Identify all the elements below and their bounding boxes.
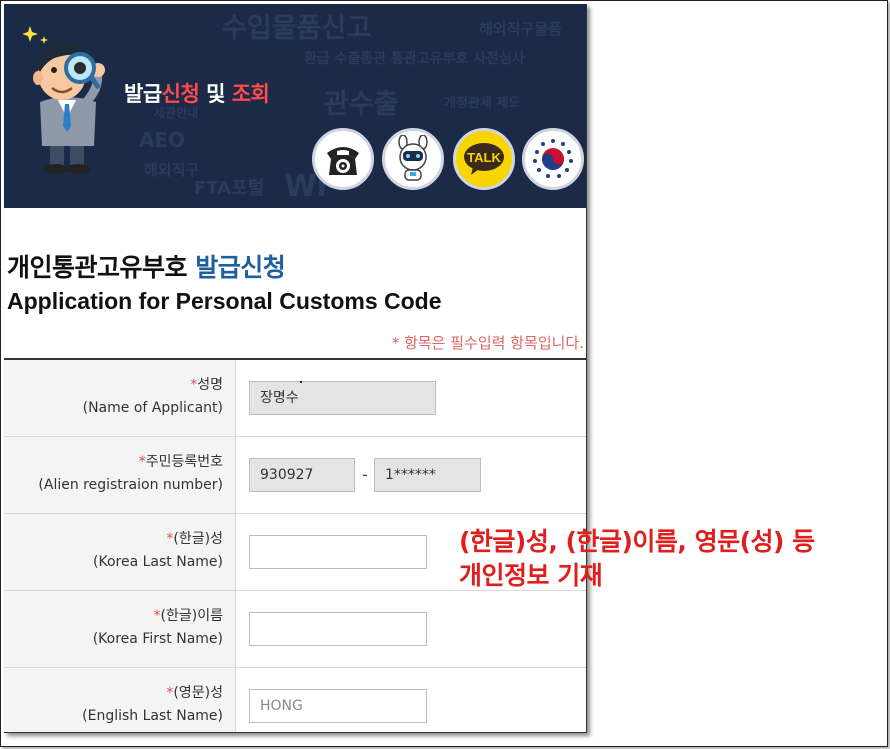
- required-fields-note: * 항목은 필수입력 항목입니다.: [391, 334, 584, 352]
- annotation-callout: (한글)성, (한글)이름, 영문(성) 등 개인정보 기재: [459, 525, 815, 593]
- kakao-talk-button[interactable]: TALK: [453, 128, 515, 190]
- form-row-name: *성명 (Name of Applicant) 장명수: [4, 360, 586, 437]
- page-title-text: 개인통관고유부호: [7, 253, 188, 282]
- label-korean: 주민등록번호: [145, 454, 223, 470]
- korean-last-name-input[interactable]: [249, 535, 427, 569]
- kakao-talk-label: TALK: [467, 150, 501, 165]
- label-english: (English Last Name): [82, 708, 223, 724]
- banner-watermark-text: FTA포털: [194, 178, 265, 199]
- label-korean: 성명: [197, 377, 223, 393]
- annotation-line: 개인정보 기재: [459, 561, 603, 590]
- field-label: *주민등록번호 (Alien registraion number): [4, 437, 236, 513]
- magnifier-mascot-icon: [22, 26, 105, 174]
- banner-title-text: 및: [199, 82, 232, 106]
- label-english: (Name of Applicant): [82, 400, 223, 416]
- label-korean: (한글)이름: [160, 608, 223, 624]
- government-portal-button[interactable]: [522, 128, 584, 190]
- page-title-english: Application for Personal Customs Code: [7, 288, 442, 314]
- banner-watermark-text: AEO: [139, 128, 186, 152]
- banner-watermark-text: 해외직구: [144, 161, 200, 179]
- registration-number-front-field[interactable]: 930927: [249, 458, 355, 492]
- banner-watermark-text: 환급 수출통관 통관고유부호 사전심사: [304, 51, 525, 67]
- korean-first-name-input[interactable]: [249, 612, 427, 646]
- field-label: *(한글)이름 (Korea First Name): [4, 591, 236, 667]
- required-star: *: [153, 608, 161, 624]
- registration-number-back-field[interactable]: 1******: [374, 458, 481, 492]
- phone-button[interactable]: [312, 128, 374, 190]
- banner-title: 발급신청 및 조회: [124, 78, 270, 108]
- banner-watermark-text: 수입물품신고: [222, 13, 372, 44]
- registration-number-separator: -: [362, 465, 368, 484]
- applicant-name-field[interactable]: 장명수: [249, 381, 436, 415]
- banner-watermark-text: 해외직구물품: [479, 20, 562, 38]
- phone-icon: [327, 147, 359, 175]
- page-title-highlight: 발급신청: [187, 253, 286, 282]
- field-label: *(영문)성 (English Last Name): [4, 668, 236, 732]
- label-english: (Alien registraion number): [38, 477, 223, 493]
- screenshot-frame: 수입물품신고 해외직구물품 환급 수출통관 통관고유부호 사전심사 관수출 개정…: [0, 0, 888, 747]
- banner-title-highlight: 신청: [161, 82, 200, 106]
- field-label: *(한글)성 (Korea Last Name): [4, 514, 236, 590]
- label-korean: (영문)성: [173, 685, 223, 701]
- banner-watermark-text: 관수출: [324, 89, 399, 120]
- kakao-talk-icon: TALK: [464, 143, 504, 175]
- form-row-korean-first-name: *(한글)이름 (Korea First Name): [4, 591, 586, 668]
- form-row-english-last-name: *(영문)성 (English Last Name) HONG: [4, 668, 586, 732]
- chatbot-button[interactable]: [382, 128, 444, 190]
- banner-watermark-text: 개정관세 제도: [444, 96, 521, 111]
- banner-title-text: 발급: [124, 82, 162, 106]
- label-english: (Korea First Name): [92, 631, 223, 647]
- stray-dot: [300, 381, 302, 383]
- label-korean: (한글)성: [173, 531, 223, 547]
- form-row-registration-number: *주민등록번호 (Alien registraion number) 93092…: [4, 437, 586, 514]
- required-star: *: [138, 454, 146, 470]
- label-english: (Korea Last Name): [93, 554, 223, 570]
- government-emblem-icon: [533, 139, 573, 178]
- robot-mascot-icon: [398, 135, 428, 181]
- header-banner: 수입물품신고 해외직구물품 환급 수출통관 통관고유부호 사전심사 관수출 개정…: [4, 4, 586, 208]
- banner-title-highlight: 조회: [231, 82, 270, 106]
- english-last-name-input[interactable]: HONG: [249, 689, 427, 723]
- field-label: *성명 (Name of Applicant): [4, 360, 236, 436]
- annotation-line: (한글)성, (한글)이름, 영문(성) 등: [459, 527, 815, 556]
- application-panel: 수입물품신고 해외직구물품 환급 수출통관 통관고유부호 사전심사 관수출 개정…: [4, 4, 587, 733]
- page-title-korean: 개인통관고유부호 발급신청: [7, 248, 286, 284]
